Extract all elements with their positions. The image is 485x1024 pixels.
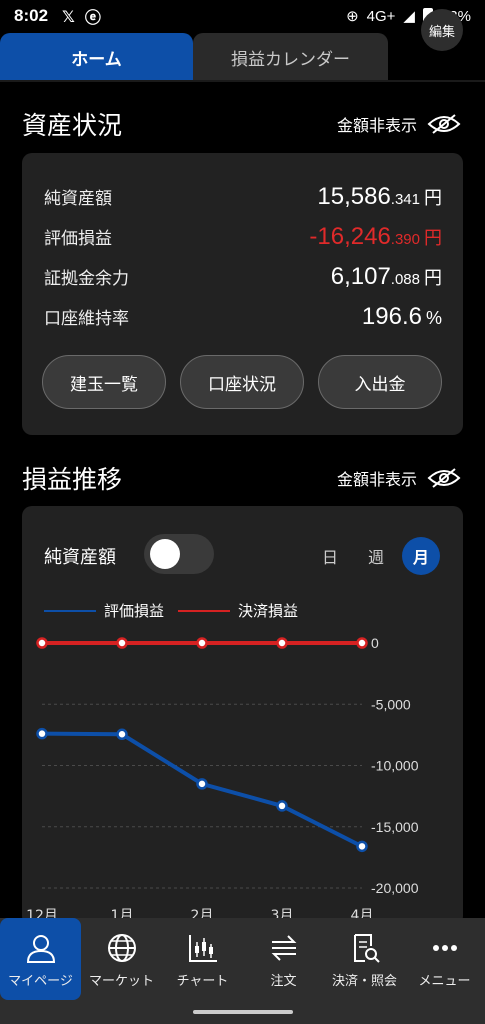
asset-label: 証拠金余力 [44,269,129,289]
exchange-icon [271,935,296,961]
y-tick-label: 0 [371,635,379,651]
positions-button[interactable]: 建玉一覧 [42,355,166,409]
nav-label: チャート [176,974,229,989]
asset-row-net-assets: 純資産額 15,586.341 円 [44,183,442,211]
data-point [36,727,48,740]
pnl-title: 損益推移 [22,465,123,494]
nav-label: 注文 [270,974,297,989]
home-indicator [193,1010,293,1014]
data-point [196,637,208,649]
nav-label: 決済・照会 [331,974,397,989]
pnl-card: 純資産額 日 週 月 評価損益 決済損益 0 -5,000 -10,000 -15,0… [22,506,463,926]
pnl-hide-amount-toggle[interactable]: 金額非表示 [337,466,461,490]
asset-row-margin-available: 証拠金余力 6,107.088 円 [44,263,442,291]
network-label: 4G+ [366,7,396,25]
signal-icon: ◢ [403,8,415,25]
person-icon [26,935,55,963]
assets-title: 資産状況 [22,111,123,140]
asset-row-maintenance-rate: 口座維持率 196.6% [44,303,442,331]
data-point [276,637,288,649]
candlestick-icon [188,935,217,962]
asset-value: -16,246.390 円 [309,223,442,250]
edit-button[interactable]: 編集 [421,9,463,51]
asset-label: 純資産額 [44,189,112,209]
y-tick-label: -20,000 [371,880,419,896]
top-tabs: ホーム 損益カレンダー [0,33,485,81]
status-bar: 8:02 𝕏 ⓔ ⊕ 4G+ ◢ 83% [0,0,485,32]
series-line [41,731,363,849]
y-tick-label: -15,000 [371,819,419,835]
deposit-withdraw-button[interactable]: 入出金 [318,355,442,409]
asset-value: 15,586.341 円 [317,183,442,210]
document-search-icon [353,934,380,963]
data-point [356,840,368,853]
data-point [116,728,128,741]
nav-label: マーケット [88,974,154,989]
tab-pnl-calendar[interactable]: 損益カレンダー [193,33,388,81]
eye-off-icon [427,114,461,134]
nav-label: マイページ [8,974,73,989]
nav-order[interactable]: 注文 [243,918,324,1000]
hide-amount-label: 金額非表示 [336,470,417,489]
hide-amount-label: 金額非表示 [336,116,417,135]
more-icon [432,945,457,951]
asset-label: 口座維持率 [44,309,129,329]
tab-home[interactable]: ホーム [0,33,193,81]
y-tick-label: -10,000 [371,758,419,774]
nav-menu[interactable]: メニュー [404,918,485,1000]
assets-hide-amount-toggle[interactable]: 金額非表示 [337,112,461,136]
eye-off-icon [427,468,461,488]
x-app-icon: 𝕏 [62,6,75,26]
asset-row-unrealized-pnl: 評価損益 -16,246.390 円 [44,223,442,251]
nav-settlement[interactable]: 決済・照会 [324,918,405,1000]
status-time: 8:02 [14,6,49,25]
data-point [36,637,48,649]
nav-mypage[interactable]: マイページ [0,918,81,1000]
nav-chart[interactable]: チャート [162,918,243,1000]
data-point [196,778,208,790]
globe-icon [107,934,136,962]
nav-market[interactable]: マーケット [81,918,162,1000]
account-status-button[interactable]: 口座状況 [180,355,304,409]
notification-app-icon: ⓔ [84,8,101,27]
asset-value: 196.6% [361,303,442,330]
data-saver-icon: ⊕ [346,8,359,25]
data-point [276,800,288,812]
assets-card: 純資産額 15,586.341 円 評価損益 -16,246.390 円 証拠金余力… [22,153,463,435]
nav-label: メニュー [418,974,471,989]
data-point [116,637,128,649]
y-tick-label: -5,000 [371,696,411,712]
asset-label: 評価損益 [44,229,112,249]
tab-divider [0,80,485,82]
bottom-navigation: マイページ マーケット チャート 注文 決済・照会 メニュー [0,918,485,1024]
data-point [356,637,368,649]
asset-value: 6,107.088 円 [330,263,442,290]
pnl-line-chart: 0-5,000-10,000-15,000-20,00012月 1月 2月 3月 4月 [26,635,419,924]
